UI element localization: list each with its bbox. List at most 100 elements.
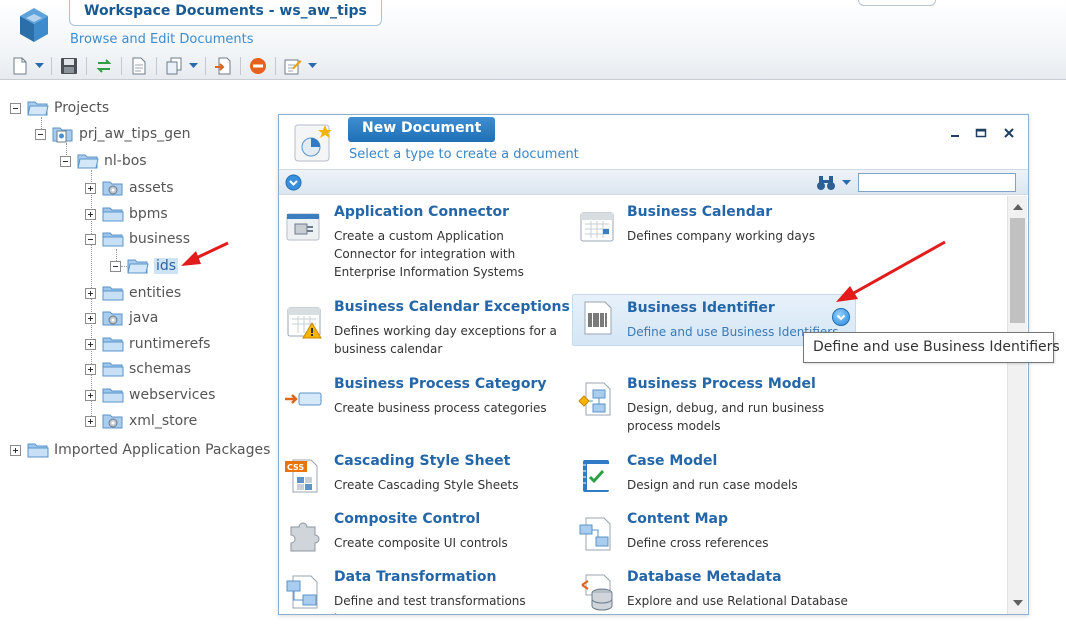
close-icon[interactable] [1000, 124, 1018, 142]
type-data-transformation[interactable]: Data Transformation Define and test tran… [285, 569, 565, 614]
expand-toggle-icon[interactable] [85, 182, 96, 194]
tree-node-xml-store[interactable]: xml_store [85, 411, 197, 431]
edit-dropdown-chevron-icon[interactable] [305, 55, 319, 77]
type-name: Cascading Style Sheet [334, 453, 511, 469]
type-description: Define and test transformations between [334, 594, 526, 614]
type-business-process-category[interactable]: Business Process Category Create busines… [285, 376, 565, 420]
stop-icon[interactable] [246, 55, 270, 77]
folder-icon [102, 388, 124, 403]
type-business-calendar-exceptions[interactable]: Business Calendar Exceptions Defines wor… [285, 299, 570, 359]
barcode-icon [584, 301, 612, 335]
binoculars-icon[interactable] [816, 174, 836, 192]
tree-label: bpms [129, 206, 168, 222]
folder-icon [102, 286, 124, 301]
scroll-up-icon[interactable] [1013, 204, 1023, 210]
expand-toggle-icon[interactable] [85, 363, 96, 375]
expand-toggle-icon[interactable] [85, 312, 96, 324]
type-name: Database Metadata [627, 569, 782, 585]
import-icon[interactable] [211, 55, 235, 77]
new-dropdown-chevron-icon[interactable] [32, 55, 46, 77]
type-database-metadata[interactable]: Database Metadata Explore and use Relati… [578, 569, 858, 613]
connector-icon [286, 213, 320, 241]
page-title: Workspace Documents - ws_aw_tips [69, 0, 382, 26]
folder-open-icon [27, 101, 49, 116]
gear-folder-icon [102, 414, 123, 429]
process-model-icon [578, 382, 611, 416]
type-content-map[interactable]: Content Map Define cross references [578, 511, 858, 555]
expand-toggle-icon[interactable] [85, 415, 96, 427]
scrollbar[interactable] [1007, 196, 1027, 614]
type-application-connector[interactable]: Application Connector Create a custom Ap… [285, 204, 565, 280]
search-input[interactable] [858, 173, 1016, 192]
copy-dropdown-chevron-icon[interactable] [186, 55, 200, 77]
type-description: Create a custom Application Connector fo… [334, 229, 524, 279]
tree-node-runtimerefs[interactable]: runtimerefs [85, 334, 210, 354]
tree-node-nl-bos[interactable]: nl-bos [60, 151, 147, 171]
type-description: Explore and use Relational Database [627, 594, 848, 608]
type-description: Design, debug, and run business process … [627, 401, 825, 433]
content-map-icon [579, 517, 611, 551]
tree-label: assets [129, 180, 174, 196]
type-case-model[interactable]: Case Model Design and run case models [578, 453, 858, 497]
minimize-icon[interactable] [946, 124, 964, 142]
collapse-toggle-icon[interactable] [110, 260, 121, 272]
edit-icon[interactable] [281, 55, 305, 77]
tree-node-project[interactable]: prj_aw_tips_gen [35, 124, 191, 144]
expand-toggle-icon[interactable] [85, 287, 96, 299]
expand-toggle-icon[interactable] [85, 389, 96, 401]
tree-label: Imported Application Packages [54, 442, 271, 458]
search-dropdown-chevron-icon[interactable] [842, 180, 851, 186]
collapse-toggle-icon[interactable] [10, 102, 21, 114]
type-name: Case Model [627, 453, 718, 469]
type-cascading-style-sheet[interactable]: CSS Cascading Style Sheet Create Cascadi… [285, 453, 565, 497]
collapse-toggle-icon[interactable] [85, 233, 96, 245]
toolbar-divider [240, 57, 241, 75]
app-header: Workspace Documents - ws_aw_tips Browse … [0, 0, 1066, 80]
tree-node-java[interactable]: java [85, 308, 158, 328]
copy-icon[interactable] [162, 55, 186, 77]
collapse-toggle-icon[interactable] [60, 155, 71, 167]
details-dropdown-icon[interactable] [832, 308, 850, 326]
gear-folder-icon [102, 311, 123, 326]
maximize-icon[interactable] [972, 124, 990, 142]
tree-node-entities[interactable]: entities [85, 283, 181, 303]
folder-open-icon [77, 154, 99, 169]
collapse-toggle-icon[interactable] [35, 128, 46, 140]
toolbar-divider [156, 57, 157, 75]
page-icon[interactable] [127, 55, 151, 77]
top-tab[interactable] [858, 0, 936, 6]
tree-node-assets[interactable]: assets [85, 178, 174, 198]
type-name: Business Identifier [627, 300, 775, 316]
svg-text:CSS: CSS [287, 463, 304, 472]
new-document-dialog: New Document Select a type to create a d… [278, 114, 1029, 615]
new-document-icon[interactable] [8, 55, 32, 77]
page-subtitle: Browse and Edit Documents [70, 32, 254, 47]
tree-label-selected: ids [154, 258, 179, 274]
save-icon[interactable] [57, 55, 81, 77]
category-arrow-icon [285, 392, 322, 406]
sync-icon[interactable] [92, 55, 116, 77]
tree-node-business[interactable]: business [85, 229, 190, 249]
toolbar-divider [86, 57, 87, 75]
scroll-down-icon[interactable] [1013, 600, 1023, 606]
tree-node-ids[interactable]: ids [110, 256, 179, 276]
scrollbar-thumb[interactable] [1010, 218, 1025, 323]
type-composite-control[interactable]: Composite Control Create composite UI co… [285, 511, 565, 555]
type-business-process-model[interactable]: Business Process Model Design, debug, an… [578, 376, 858, 436]
type-business-calendar[interactable]: Business Calendar Defines company workin… [578, 204, 858, 250]
tree-label: webservices [129, 387, 216, 403]
expand-toggle-icon[interactable] [85, 208, 96, 220]
tree-node-bpms[interactable]: bpms [85, 204, 168, 224]
type-description: Design and run case models [627, 478, 798, 492]
type-description: Create composite UI controls [334, 536, 508, 550]
tree-node-webservices[interactable]: webservices [85, 385, 215, 405]
expand-toggle-icon[interactable] [10, 444, 21, 456]
tooltip: Define and use Business Identifiers [803, 332, 1060, 363]
collapse-all-icon[interactable] [285, 174, 302, 191]
expand-toggle-icon[interactable] [85, 338, 96, 350]
tree-node-projects[interactable]: Projects [10, 98, 109, 118]
app-logo-icon [20, 8, 48, 42]
dialog-toolbar [279, 169, 1028, 195]
tree-node-imported-packages[interactable]: Imported Application Packages [10, 440, 270, 460]
tree-node-schemas[interactable]: schemas [85, 359, 191, 379]
